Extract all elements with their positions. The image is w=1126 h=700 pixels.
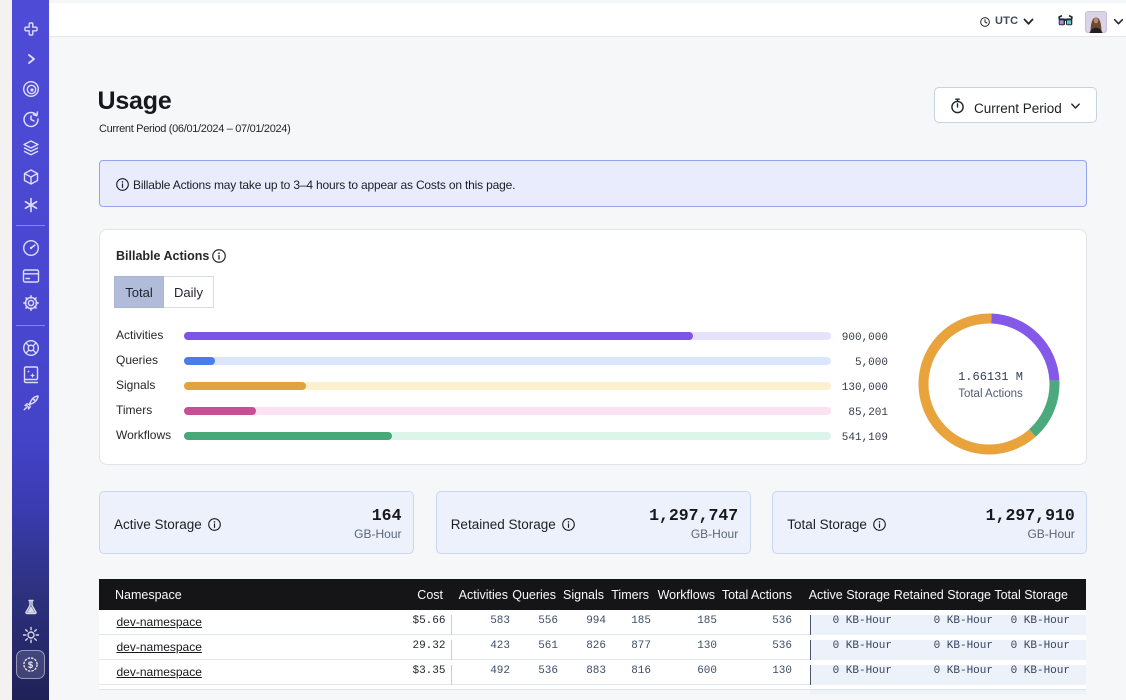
svg-text:$: $ [28, 660, 33, 670]
